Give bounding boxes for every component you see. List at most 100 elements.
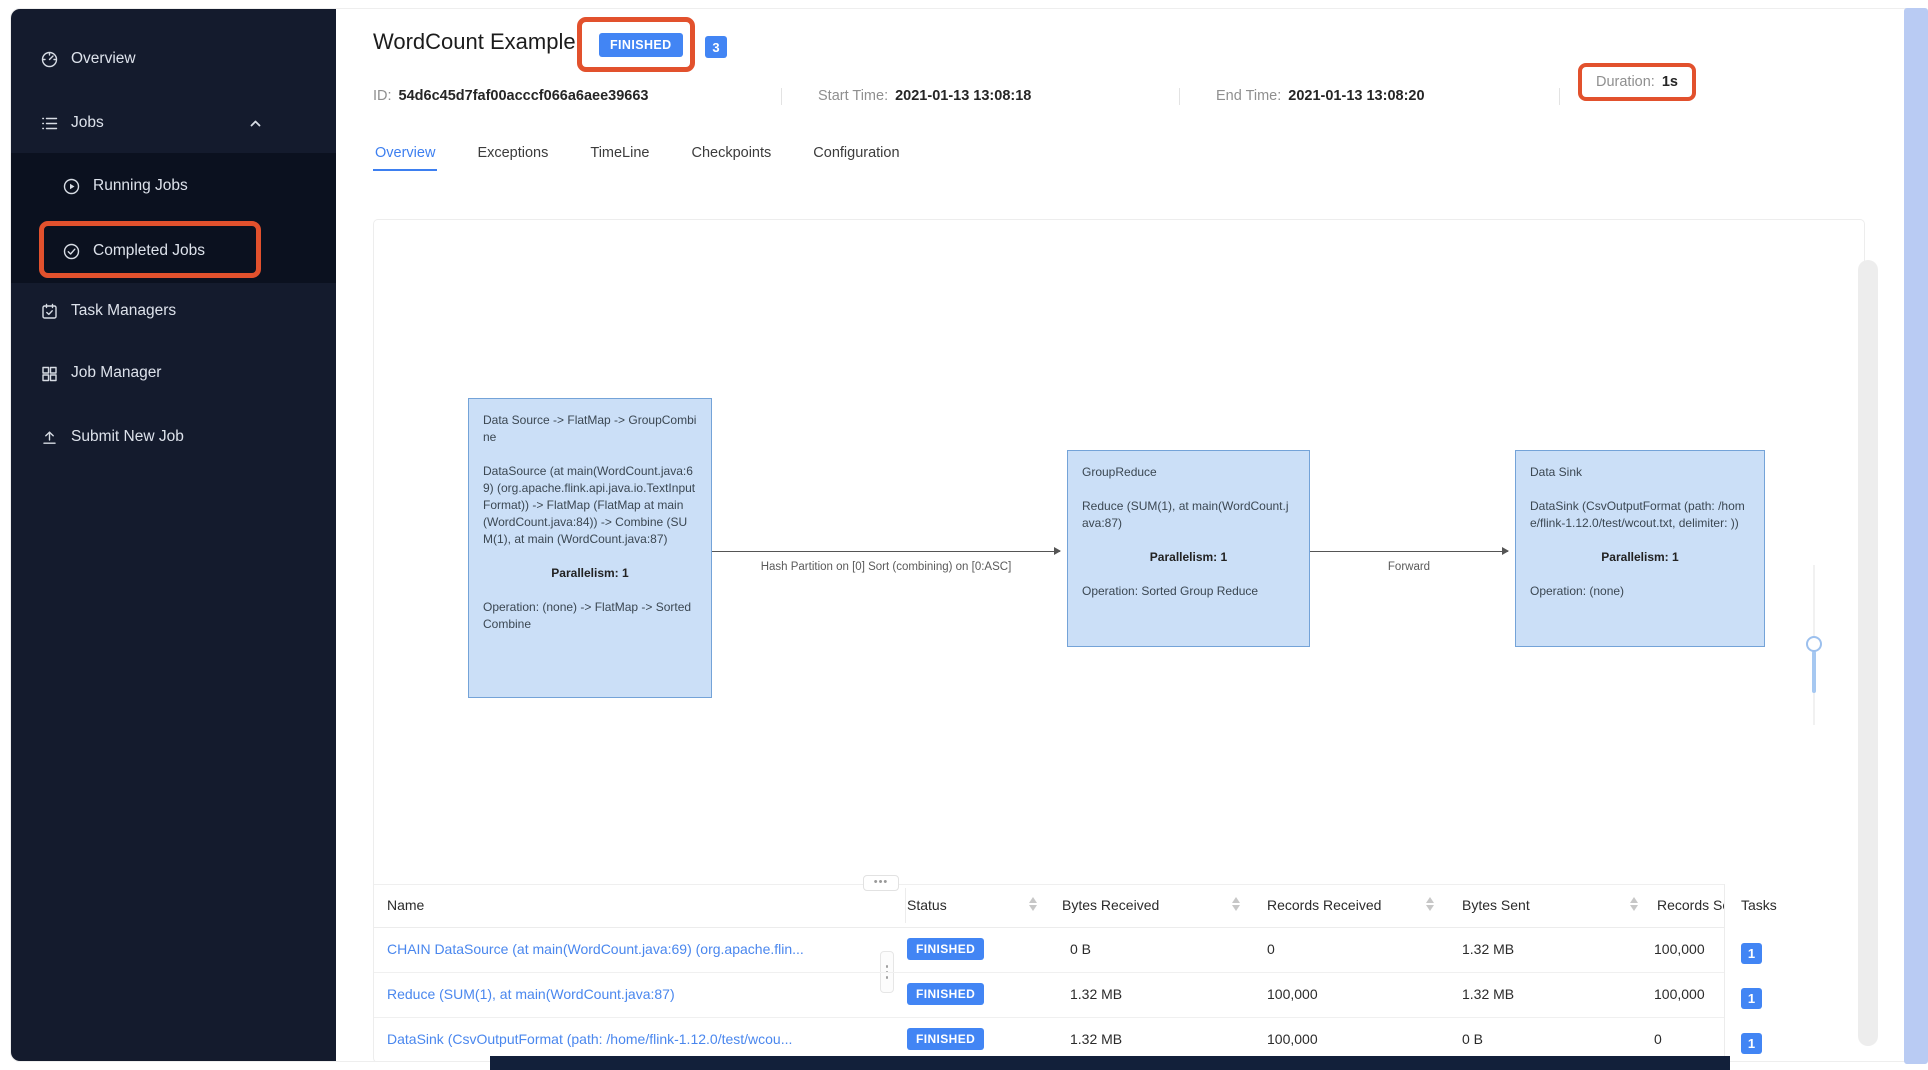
meta-divider bbox=[1179, 88, 1180, 105]
graph-node-data-sink[interactable]: Data Sink DataSink (CsvOutputFormat (pat… bbox=[1515, 450, 1765, 647]
sidebar-item-overview[interactable]: Overview bbox=[11, 39, 336, 79]
status-badge: FINISHED bbox=[907, 983, 984, 1005]
status-badge: FINISHED bbox=[907, 938, 984, 960]
graph-edge-label: Hash Partition on [0] Sort (combining) o… bbox=[712, 561, 1060, 573]
tab-overview[interactable]: Overview bbox=[373, 141, 437, 171]
node-title: Data Source -> FlatMap -> GroupCombine bbox=[483, 412, 697, 446]
resize-handle-horizontal[interactable]: ••• bbox=[863, 875, 899, 891]
end-time-label: End Time: bbox=[1216, 88, 1281, 104]
sidebar-item-label: Task Managers bbox=[71, 302, 176, 320]
table-row: Reduce (SUM(1), at main(WordCount.java:8… bbox=[374, 972, 1864, 1017]
duration-value: 1s bbox=[1662, 74, 1678, 90]
sidebar-item-task-managers[interactable]: Task Managers bbox=[11, 291, 336, 331]
start-time-label: Start Time: bbox=[818, 88, 888, 104]
sidebar-item-jobs[interactable]: Jobs bbox=[11, 103, 336, 143]
records-sent-value: 100,000 bbox=[1654, 972, 1705, 1017]
sort-caret-status[interactable] bbox=[1029, 897, 1037, 911]
list-icon bbox=[41, 115, 58, 132]
node-operation: Operation: Sorted Group Reduce bbox=[1082, 583, 1295, 600]
sidebar-item-label: Running Jobs bbox=[93, 177, 188, 195]
tab-exceptions[interactable]: Exceptions bbox=[475, 141, 550, 171]
sidebar-item-completed-jobs[interactable]: Completed Jobs bbox=[11, 231, 336, 271]
job-id-label: ID: bbox=[373, 88, 392, 104]
node-parallelism: Parallelism: 1 bbox=[1530, 549, 1750, 566]
node-operation: Operation: (none) bbox=[1530, 583, 1750, 600]
bytes-sent-value: 1.32 MB bbox=[1462, 972, 1514, 1017]
node-description: Reduce (SUM(1), at main(WordCount.java:8… bbox=[1082, 498, 1295, 532]
sidebar-item-label: Completed Jobs bbox=[93, 242, 205, 260]
tab-configuration[interactable]: Configuration bbox=[811, 141, 901, 171]
vertical-scrollbar[interactable] bbox=[1858, 260, 1878, 1046]
vertex-name-link[interactable]: Reduce (SUM(1), at main(WordCount.java:8… bbox=[387, 972, 675, 1017]
records-sent-value: 100,000 bbox=[1654, 927, 1705, 972]
start-time-value: 2021-01-13 13:08:18 bbox=[895, 88, 1031, 104]
status-badge: FINISHED bbox=[907, 1028, 984, 1050]
status-badge: FINISHED bbox=[599, 33, 683, 57]
sidebar-item-submit-new-job[interactable]: Submit New Job bbox=[11, 417, 336, 457]
page-title: WordCount Example bbox=[373, 29, 576, 55]
column-header-status[interactable]: Status bbox=[907, 884, 947, 927]
node-description: DataSink (CsvOutputFormat (path: /home/f… bbox=[1530, 498, 1750, 532]
play-circle-icon bbox=[63, 178, 80, 195]
tab-checkpoints[interactable]: Checkpoints bbox=[689, 141, 773, 171]
zoom-slider-handle[interactable] bbox=[1806, 636, 1822, 652]
graph-node-group-reduce[interactable]: GroupReduce Reduce (SUM(1), at main(Word… bbox=[1067, 450, 1310, 647]
chevron-up-icon bbox=[249, 117, 262, 130]
column-header-bytes-received[interactable]: Bytes Received bbox=[1062, 884, 1159, 927]
sidebar-item-running-jobs[interactable]: Running Jobs bbox=[11, 166, 336, 206]
vertex-name-link[interactable]: CHAIN DataSource (at main(WordCount.java… bbox=[387, 927, 804, 972]
meta-divider bbox=[1559, 88, 1560, 105]
column-header-tasks[interactable]: Tasks bbox=[1741, 884, 1777, 927]
end-time-value: 2021-01-13 13:08:20 bbox=[1288, 88, 1424, 104]
column-header-name[interactable]: Name bbox=[387, 884, 424, 927]
check-circle-icon bbox=[63, 243, 80, 260]
node-title: GroupReduce bbox=[1082, 464, 1295, 481]
start-time-group: Start Time: 2021-01-13 13:08:18 bbox=[818, 88, 1031, 104]
header-column-divider bbox=[905, 888, 906, 923]
job-id-group: ID: 54d6c45d7faf00acccf066a6aee39663 bbox=[373, 88, 648, 104]
bytes-sent-value: 1.32 MB bbox=[1462, 927, 1514, 972]
job-id-value: 54d6c45d7faf00acccf066a6aee39663 bbox=[399, 88, 649, 104]
task-count-badge: 1 bbox=[1741, 1033, 1762, 1054]
records-received-value: 100,000 bbox=[1267, 972, 1318, 1017]
job-graph-panel: Data Source -> FlatMap -> GroupCombine D… bbox=[373, 219, 1865, 1062]
bytes-received-value: 1.32 MB bbox=[1070, 972, 1122, 1017]
dashboard-icon bbox=[41, 51, 58, 68]
right-edge-strip bbox=[1904, 8, 1928, 1064]
graph-node-data-source[interactable]: Data Source -> FlatMap -> GroupCombine D… bbox=[468, 398, 712, 698]
graph-edge-label: Forward bbox=[1310, 561, 1508, 573]
sort-caret-bytes-sent[interactable] bbox=[1630, 897, 1638, 911]
zoom-slider-stem bbox=[1812, 651, 1816, 693]
app-window: Overview Jobs Running Jobs Completed Job… bbox=[10, 8, 1918, 1062]
attempt-count-badge: 3 bbox=[705, 36, 727, 58]
graph-edge-arrow bbox=[712, 551, 1060, 552]
node-title: Data Sink bbox=[1530, 464, 1750, 481]
sort-caret-records-received[interactable] bbox=[1426, 897, 1434, 911]
column-header-bytes-sent[interactable]: Bytes Sent bbox=[1462, 884, 1530, 927]
upload-icon bbox=[41, 429, 58, 446]
sidebar-item-job-manager[interactable]: Job Manager bbox=[11, 353, 336, 393]
graph-edge-arrow bbox=[1310, 551, 1508, 552]
task-managers-icon bbox=[41, 303, 58, 320]
task-count-badge: 1 bbox=[1741, 943, 1762, 964]
node-parallelism: Parallelism: 1 bbox=[483, 565, 697, 582]
node-description: DataSource (at main(WordCount.java:69) (… bbox=[483, 463, 697, 548]
sidebar-item-label: Job Manager bbox=[71, 364, 161, 382]
table-row: CHAIN DataSource (at main(WordCount.java… bbox=[374, 927, 1864, 972]
end-time-group: End Time: 2021-01-13 13:08:20 bbox=[1216, 88, 1425, 104]
tab-timeline[interactable]: TimeLine bbox=[588, 141, 651, 171]
bottom-dark-bar bbox=[490, 1056, 1730, 1070]
meta-divider bbox=[781, 88, 782, 105]
duration-annotation-box: Duration: 1s bbox=[1578, 63, 1696, 101]
sidebar: Overview Jobs Running Jobs Completed Job… bbox=[11, 9, 336, 1061]
column-header-records-received[interactable]: Records Received bbox=[1267, 884, 1381, 927]
task-count-badge: 1 bbox=[1741, 988, 1762, 1009]
tasks-fixed-column: Tasks 1 1 1 bbox=[1724, 884, 1866, 1062]
node-operation: Operation: (none) -> FlatMap -> Sorted C… bbox=[483, 599, 697, 633]
records-received-value: 0 bbox=[1267, 927, 1275, 972]
duration-label: Duration: bbox=[1596, 74, 1655, 90]
sidebar-item-label: Submit New Job bbox=[71, 428, 184, 446]
job-detail-tabs: Overview Exceptions TimeLine Checkpoints… bbox=[373, 141, 902, 171]
sidebar-item-label: Overview bbox=[71, 50, 136, 68]
sort-caret-bytes-received[interactable] bbox=[1232, 897, 1240, 911]
